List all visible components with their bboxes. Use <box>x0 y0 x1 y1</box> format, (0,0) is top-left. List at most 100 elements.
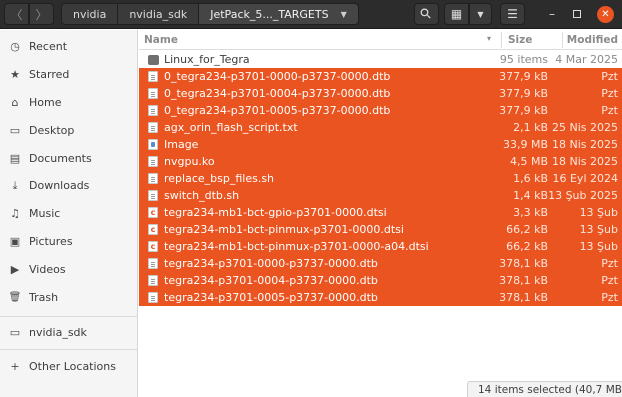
file-row[interactable]: nvgpu.ko 4,5 MB 18 Nis 2025 <box>139 153 622 170</box>
trash-icon: 🗑 <box>8 292 22 303</box>
file-row[interactable]: agx_orin_flash_script.txt 2,1 kB 25 Nis 20… <box>139 119 622 136</box>
chevron-down-icon: ▼ <box>340 9 347 19</box>
folder-icon <box>148 55 159 65</box>
file-size: 377,9 kB <box>499 70 548 83</box>
sidebar-divider <box>0 349 137 350</box>
downloads-icon: ⤓ <box>12 178 18 192</box>
file-modified: 4 Mar 2025 <box>555 53 618 66</box>
breadcrumb-item-nvidia[interactable]: nvidia <box>61 3 119 25</box>
file-list-header: Name ▾ Size Modified <box>139 30 622 50</box>
file-modified: 13 Şub <box>579 206 618 219</box>
image-file-icon <box>148 139 158 150</box>
search-button[interactable]: ⚲ <box>414 3 439 25</box>
file-modified: Pzt <box>601 291 618 304</box>
file-row[interactable]: 0_tegra234-p3701-0004-p3737-0000.dtb 377,… <box>139 85 622 102</box>
sidebar-item-documents[interactable]: ▤ Documents <box>0 145 137 172</box>
hamburger-menu-icon: ☰ <box>507 7 518 21</box>
maximize-button[interactable] <box>568 5 586 23</box>
chevron-down-icon: ▼ <box>477 9 484 19</box>
source-file-icon: c <box>148 207 158 218</box>
file-row[interactable]: c tegra234-mb1-bct-gpio-p3701-0000.dtsi 3,… <box>139 204 622 221</box>
star-icon: ★ <box>10 68 20 81</box>
file-row[interactable]: switch_dtb.sh 1,4 kB 13 Şub 2025 <box>139 187 622 204</box>
documents-icon: ▤ <box>9 152 21 165</box>
source-file-icon: c <box>148 241 158 252</box>
file-row[interactable]: replace_bsp_files.sh 1,6 kB 16 Eyl 2024 <box>139 170 622 187</box>
source-file-icon: c <box>148 224 158 235</box>
folder-icon: ▭ <box>9 326 21 339</box>
minimize-button[interactable]: – <box>543 5 561 23</box>
search-icon: ⚲ <box>417 4 436 24</box>
chevron-left-icon: 〈 <box>10 7 23 22</box>
file-name: tegra234-mb1-bct-pinmux-p3701-0000-a04.d… <box>164 240 429 253</box>
column-header-modified[interactable]: Modified <box>567 34 618 46</box>
sidebar-item-downloads[interactable]: ⤓ Downloads <box>0 172 137 199</box>
status-bar: 14 items selected (40,7 MB) <box>467 381 622 397</box>
text-file-icon <box>148 105 158 116</box>
chevron-right-icon: 〉 <box>35 7 48 22</box>
breadcrumb-item-current[interactable]: JetPack_5..._TARGETS ▼ <box>199 3 359 25</box>
sidebar-item-desktop[interactable]: ▭ Desktop <box>0 117 137 144</box>
file-modified: 25 Nis 2025 <box>552 121 618 134</box>
sidebar-item-pictures[interactable]: ▣ Pictures <box>0 228 137 255</box>
file-modified: Pzt <box>601 70 618 83</box>
sidebar-item-other-locations[interactable]: + Other Locations <box>0 353 137 380</box>
file-row[interactable]: c tegra234-mb1-bct-pinmux-p3701-0000.dtsi… <box>139 221 622 238</box>
file-name: replace_bsp_files.sh <box>164 172 275 185</box>
file-modified: 13 Şub 2025 <box>548 189 618 202</box>
music-icon: ♫ <box>10 207 20 220</box>
main-menu-button[interactable]: ☰ <box>500 3 525 25</box>
view-options-button[interactable]: ▼ <box>469 3 492 25</box>
file-list: Name ▾ Size Modified Linux_for_Tegra 95 i… <box>139 30 622 397</box>
back-button[interactable]: 〈 <box>4 3 29 25</box>
sidebar-item-videos[interactable]: ▶ Videos <box>0 256 137 283</box>
maximize-icon <box>573 10 581 18</box>
file-name: 0_tegra234-p3701-0005-p3737-0000.dtb <box>164 104 391 117</box>
file-modified: 18 Nis 2025 <box>552 138 618 151</box>
file-modified: 18 Nis 2025 <box>552 155 618 168</box>
file-row[interactable]: tegra234-p3701-0005-p3737-0000.dtb 378,1 … <box>139 289 622 306</box>
file-size: 378,1 kB <box>499 291 548 304</box>
file-size: 378,1 kB <box>499 257 548 270</box>
file-size: 95 items <box>499 53 548 66</box>
file-size: 378,1 kB <box>499 274 548 287</box>
text-file-icon <box>148 156 158 167</box>
file-row[interactable]: 0_tegra234-p3701-0005-p3737-0000.dtb 377,… <box>139 102 622 119</box>
sidebar-item-starred[interactable]: ★ Starred <box>0 61 137 88</box>
text-file-icon <box>148 122 158 133</box>
sidebar-item-home[interactable]: ⌂ Home <box>0 89 137 116</box>
desktop-icon: ▭ <box>9 124 21 137</box>
file-size: 3,3 kB <box>513 206 548 219</box>
view-toggle-button[interactable]: ▦ <box>444 3 469 25</box>
sidebar-item-music[interactable]: ♫ Music <box>0 200 137 227</box>
breadcrumb-item-nvidia-sdk[interactable]: nvidia_sdk <box>118 3 200 25</box>
file-row[interactable]: tegra234-p3701-0004-p3737-0000.dtb 378,1 … <box>139 272 622 289</box>
file-row[interactable]: Image 33,9 MB 18 Nis 2025 <box>139 136 622 153</box>
sidebar-item-recent[interactable]: ◷ Recent <box>0 33 137 60</box>
sort-descending-icon: ▾ <box>487 34 492 43</box>
file-size: 377,9 kB <box>499 104 548 117</box>
file-modified: 13 Şub <box>579 223 618 236</box>
clock-icon: ◷ <box>10 40 20 53</box>
forward-button[interactable]: 〉 <box>29 3 54 25</box>
sidebar-item-trash[interactable]: 🗑 Trash <box>0 284 137 311</box>
column-header-size[interactable]: Size <box>508 34 532 46</box>
text-file-icon <box>148 71 158 82</box>
file-modified: 13 Şub <box>579 240 618 253</box>
file-row[interactable]: c tegra234-mb1-bct-pinmux-p3701-0000-a04.… <box>139 238 622 255</box>
file-size: 4,5 MB <box>509 155 548 168</box>
sidebar-item-nvidia-sdk[interactable]: ▭ nvidia_sdk <box>0 319 137 346</box>
file-name: tegra234-p3701-0000-p3737-0000.dtb <box>164 257 378 270</box>
file-row[interactable]: 0_tegra234-p3701-0000-p3737-0000.dtb 377,… <box>139 68 622 85</box>
column-header-name[interactable]: Name <box>144 34 178 46</box>
file-row[interactable]: Linux_for_Tegra 95 items 4 Mar 2025 <box>139 51 622 68</box>
close-button[interactable]: ✕ <box>597 6 614 23</box>
file-size: 377,9 kB <box>499 87 548 100</box>
file-size: 66,2 kB <box>506 223 548 236</box>
file-modified: Pzt <box>601 104 618 117</box>
text-file-icon <box>148 88 158 99</box>
file-row[interactable]: tegra234-p3701-0000-p3737-0000.dtb 378,1 … <box>139 255 622 272</box>
home-icon: ⌂ <box>11 96 19 109</box>
file-name: tegra234-mb1-bct-pinmux-p3701-0000.dtsi <box>164 223 404 236</box>
file-size: 1,4 kB <box>513 189 548 202</box>
